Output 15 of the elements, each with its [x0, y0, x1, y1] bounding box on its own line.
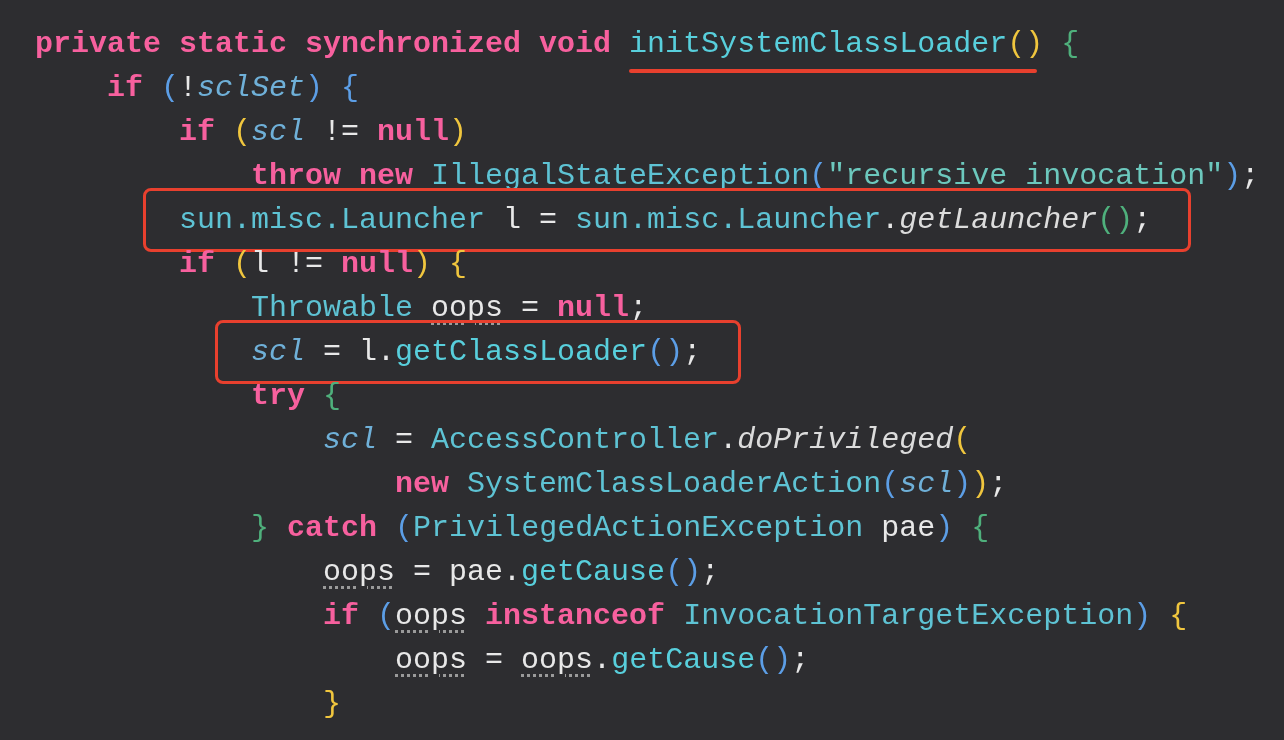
code-line: scl = l.getClassLoader();	[35, 330, 702, 374]
code-line: if (l != null) {	[178, 246, 468, 283]
code-line: if (!sclSet) {	[106, 70, 360, 107]
code-line: new SystemClassLoaderAction(scl));	[394, 466, 1008, 503]
code-line: oops = oops.getCause();	[394, 642, 810, 679]
code-line: private static synchronized void initSystemClassLoader() {	[35, 22, 1080, 66]
code-line: sun.misc.Launcher l = sun.misc.Launcher.getLauncher();	[35, 198, 1152, 242]
code-line: if (scl != null)	[178, 114, 468, 151]
code-line: scl = AccessController.doPrivileged(	[322, 422, 972, 459]
code-line: }	[322, 686, 342, 723]
code-line: if (oops instanceof InvocationTargetException) {	[322, 598, 1188, 635]
code-line: Throwable oops = null;	[250, 290, 648, 327]
code-line: try {	[250, 378, 342, 415]
code-line: } catch (PrivilegedActionException pae) {	[250, 510, 990, 547]
code-line: oops = pae.getCause();	[322, 554, 720, 591]
